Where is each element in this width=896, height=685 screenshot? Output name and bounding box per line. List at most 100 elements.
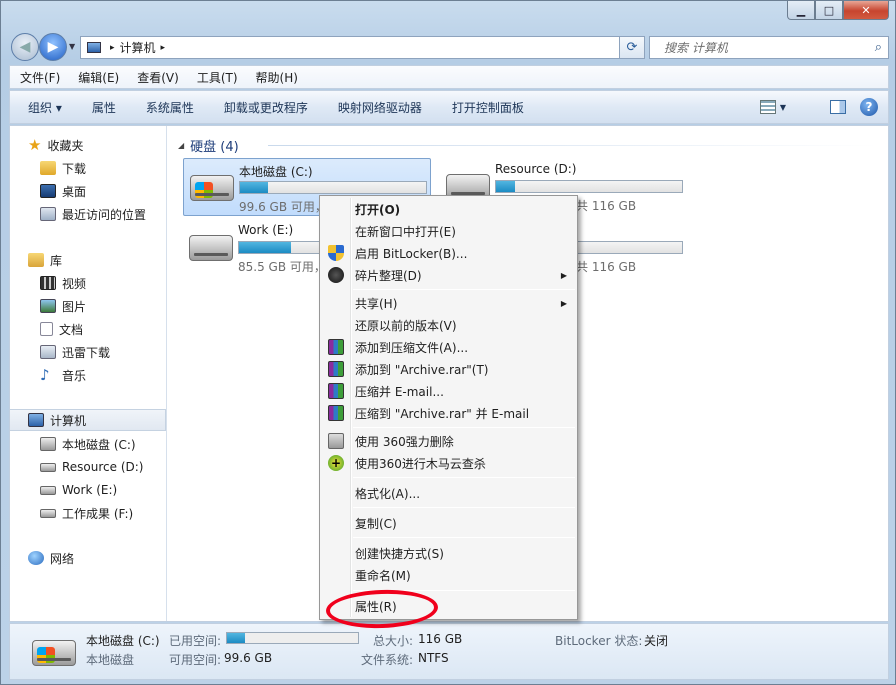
view-options-icon[interactable] [759,100,776,114]
sidebar-item-favorites[interactable]: ★ 收藏夹 [10,134,166,156]
sidebar-label: 文档 [59,322,84,337]
view-dropdown-icon[interactable]: ▼ [780,103,786,112]
menu-item-share[interactable]: 共享(H) ▶ [322,292,575,314]
sidebar-item-videos[interactable]: 视频 [10,272,166,294]
menu-label: 还原以前的版本(V) [355,318,457,333]
system-drive-icon [32,640,76,666]
music-icon: ♪ [40,366,50,384]
network-icon [28,551,44,565]
sidebar-item-drive-c[interactable]: 本地磁盘 (C:) [10,433,166,455]
menu-help[interactable]: 帮助(H) [256,69,298,86]
defrag-icon [328,267,344,283]
search-icon[interactable]: ⌕ [875,40,882,55]
breadcrumb-separator-icon[interactable]: ▸ [110,43,115,53]
open-control-panel-button[interactable]: 打开控制面板 [452,99,524,116]
help-icon[interactable]: ? [860,98,878,116]
usage-fill [227,633,246,643]
menu-item-defrag[interactable]: 碎片整理(D) ▶ [322,264,575,286]
drive-usage-bar [495,180,683,193]
uninstall-program-button[interactable]: 卸载或更改程序 [224,99,308,116]
close-button[interactable]: ✕ [843,1,889,20]
sidebar-item-recent[interactable]: 最近访问的位置 [10,203,166,225]
menu-label: 使用360进行木马云查杀 [355,456,486,471]
properties-button[interactable]: 属性 [92,99,116,116]
system-properties-button[interactable]: 系统属性 [146,99,194,116]
sidebar-label: 本地磁盘 (C:) [62,437,136,452]
computer-icon [87,42,101,53]
menu-edit[interactable]: 编辑(E) [78,69,119,86]
sidebar-item-libraries[interactable]: 库 [10,249,166,271]
collapse-icon[interactable]: ◢ [178,141,184,150]
menu-label: 添加到 "Archive.rar"(T) [355,362,489,377]
menu-item-rar-email[interactable]: 压缩到 "Archive.rar" 并 E-mail [322,402,575,424]
menu-item-format[interactable]: 格式化(A)... [322,482,575,504]
sidebar-item-drive-f[interactable]: 工作成果 (F:) [10,502,166,524]
menu-item-rename[interactable]: 重命名(M) [322,564,575,586]
search-input[interactable]: 搜索 计算机 ⌕ [649,36,889,59]
menu-file[interactable]: 文件(F) [20,69,60,86]
sidebar-item-computer[interactable]: 计算机 [10,409,166,431]
sidebar-item-music[interactable]: ♪ 音乐 [10,364,166,386]
menu-label: 打开(O) [355,202,401,217]
sidebar-label: 网络 [50,551,75,566]
menu-label: 复制(C) [355,516,397,531]
menu-view[interactable]: 查看(V) [137,69,179,86]
menu-item-create-shortcut[interactable]: 创建快捷方式(S) [322,542,575,564]
breadcrumb-separator-icon[interactable]: ▸ [161,43,166,53]
windows-logo-icon [37,647,55,663]
menu-separator [353,289,575,290]
menu-item-360-delete[interactable]: 使用 360强力删除 [322,430,575,452]
menu-item-bitlocker[interactable]: 启用 BitLocker(B)... [322,242,575,264]
sidebar-item-thunder-downloads[interactable]: 迅雷下载 [10,341,166,363]
menu-item-open[interactable]: 打开(O) [322,198,575,220]
menu-item-add-rar[interactable]: 添加到 "Archive.rar"(T) [322,358,575,380]
desktop-icon [40,184,56,198]
sidebar-item-documents[interactable]: 文档 [10,318,166,340]
used-space-label: 已用空间: [169,634,222,648]
menu-label: 压缩并 E-mail... [355,384,444,399]
sidebar-label: 收藏夹 [47,138,84,153]
group-header-hard-disks[interactable]: ◢ 硬盘 (4) [178,136,878,155]
sidebar-label: 库 [50,253,63,268]
organize-button[interactable]: 组织 ▾ [28,99,62,116]
windows-logo-icon [195,182,213,198]
drive-free-space: 99.6 GB 可用， [239,200,327,214]
sidebar-label: 工作成果 (F:) [62,506,134,521]
preview-pane-icon[interactable] [830,100,846,114]
menu-label: 重命名(M) [355,568,411,583]
menu-item-restore-versions[interactable]: 还原以前的版本(V) [322,314,575,336]
recent-pages-dropdown-icon[interactable]: ▼ [69,42,75,51]
menu-item-360-scan[interactable]: + 使用360进行木马云查杀 [322,452,575,474]
back-button[interactable]: ◀ [11,33,39,61]
sidebar-item-network[interactable]: 网络 [10,547,166,569]
filesystem-label: 文件系统: [361,653,414,667]
drive-icon [40,508,56,518]
sidebar-item-drive-e[interactable]: Work (E:) [10,479,166,501]
menu-item-zip-email[interactable]: 压缩并 E-mail... [322,380,575,402]
forward-button[interactable]: ▶ [39,33,67,61]
bitlocker-label: BitLocker 状态: [555,634,643,648]
menu-item-add-archive[interactable]: 添加到压缩文件(A)... [322,336,575,358]
minimize-button[interactable]: ▁ [787,1,815,20]
menu-tools[interactable]: 工具(T) [197,69,238,86]
drive-icon [189,235,233,261]
sidebar-item-desktop[interactable]: 桌面 [10,180,166,202]
menu-separator [353,477,575,478]
menu-label: 压缩到 "Archive.rar" 并 E-mail [355,406,530,421]
total-size-value: 116 GB [418,632,463,646]
command-bar: 组织 ▾ 属性 系统属性 卸载或更改程序 映射网络驱动器 打开控制面板 ▼ ? [9,90,889,124]
sidebar-item-pictures[interactable]: 图片 [10,295,166,317]
address-bar[interactable]: ▸ 计算机 ▸ ▼ [80,36,642,59]
map-network-drive-button[interactable]: 映射网络驱动器 [338,99,422,116]
menu-label: 格式化(A)... [355,486,421,501]
menu-item-copy[interactable]: 复制(C) [322,512,575,534]
menu-item-open-new-window[interactable]: 在新窗口中打开(E) [322,220,575,242]
sidebar-item-downloads[interactable]: 下载 [10,157,166,179]
menu-label: 在新窗口中打开(E) [355,224,456,239]
breadcrumb-computer[interactable]: 计算机 [120,39,156,56]
menu-label: 碎片整理(D) [355,268,422,283]
maximize-button[interactable]: □ [815,1,843,20]
refresh-button[interactable]: ⟳ [619,36,645,59]
360-security-icon: + [328,455,344,471]
sidebar-item-drive-d[interactable]: Resource (D:) [10,456,166,478]
